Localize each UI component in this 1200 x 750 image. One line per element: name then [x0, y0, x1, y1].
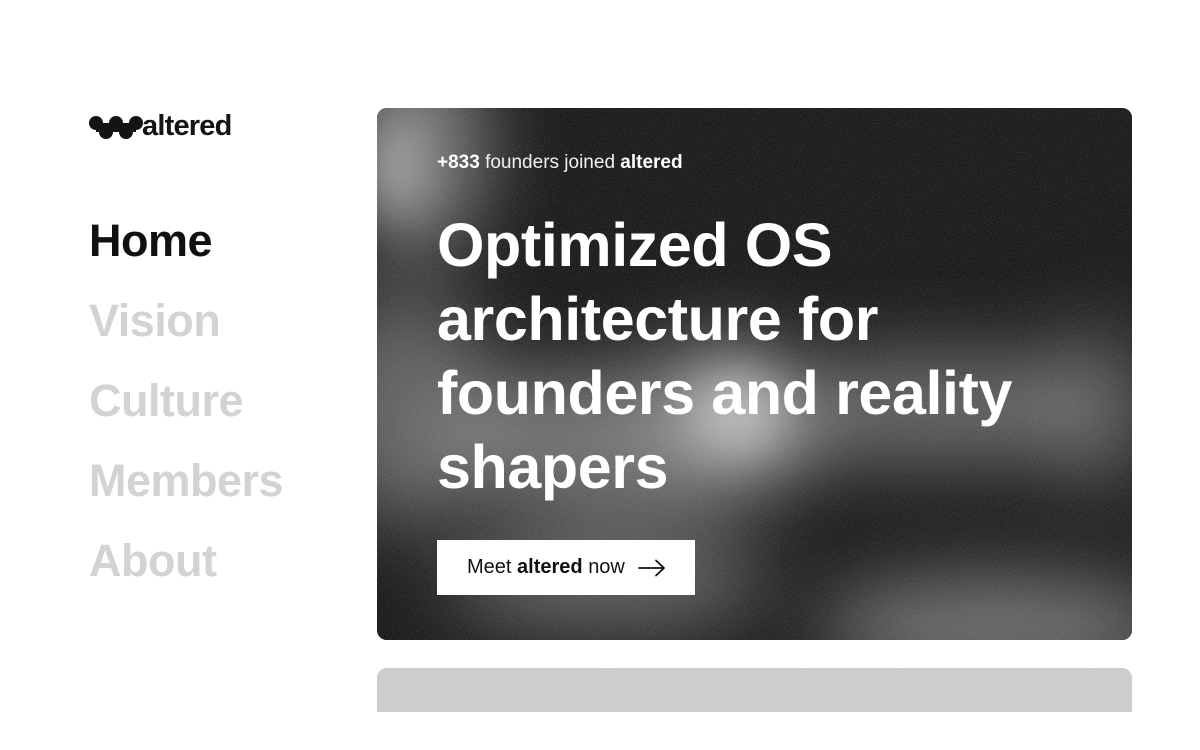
arrow-right-icon	[637, 559, 665, 576]
hero-content: +833 founders joined altered Optimized O…	[437, 108, 1092, 640]
founders-joined-stat: +833 founders joined altered	[437, 152, 683, 174]
cta-prefix: Meet	[467, 556, 512, 578]
hero-card: +833 founders joined altered Optimized O…	[377, 108, 1132, 640]
next-card-preview	[377, 668, 1132, 712]
founders-joined-text: founders joined	[485, 152, 616, 173]
meet-altered-button[interactable]: Meet altered now	[437, 540, 695, 595]
hero-headline: Optimized OS architecture for founders a…	[437, 211, 1013, 501]
nav-item-culture[interactable]: Culture	[89, 370, 349, 450]
main-nav: Home Vision Culture Members About	[89, 210, 349, 610]
brand-name: altered	[142, 110, 232, 142]
cta-brand: altered	[517, 556, 583, 578]
next-card-texture	[377, 668, 1132, 712]
cta-suffix: now	[588, 556, 625, 578]
linked-blobs-logo-icon	[89, 116, 143, 139]
nav-item-members[interactable]: Members	[89, 450, 349, 530]
nav-item-home[interactable]: Home	[89, 210, 349, 290]
brand-logo[interactable]: altered	[88, 108, 232, 144]
nav-item-vision[interactable]: Vision	[89, 290, 349, 370]
nav-item-about[interactable]: About	[89, 530, 349, 610]
founders-count: +833	[437, 152, 480, 173]
founders-joined-brand: altered	[620, 152, 683, 173]
